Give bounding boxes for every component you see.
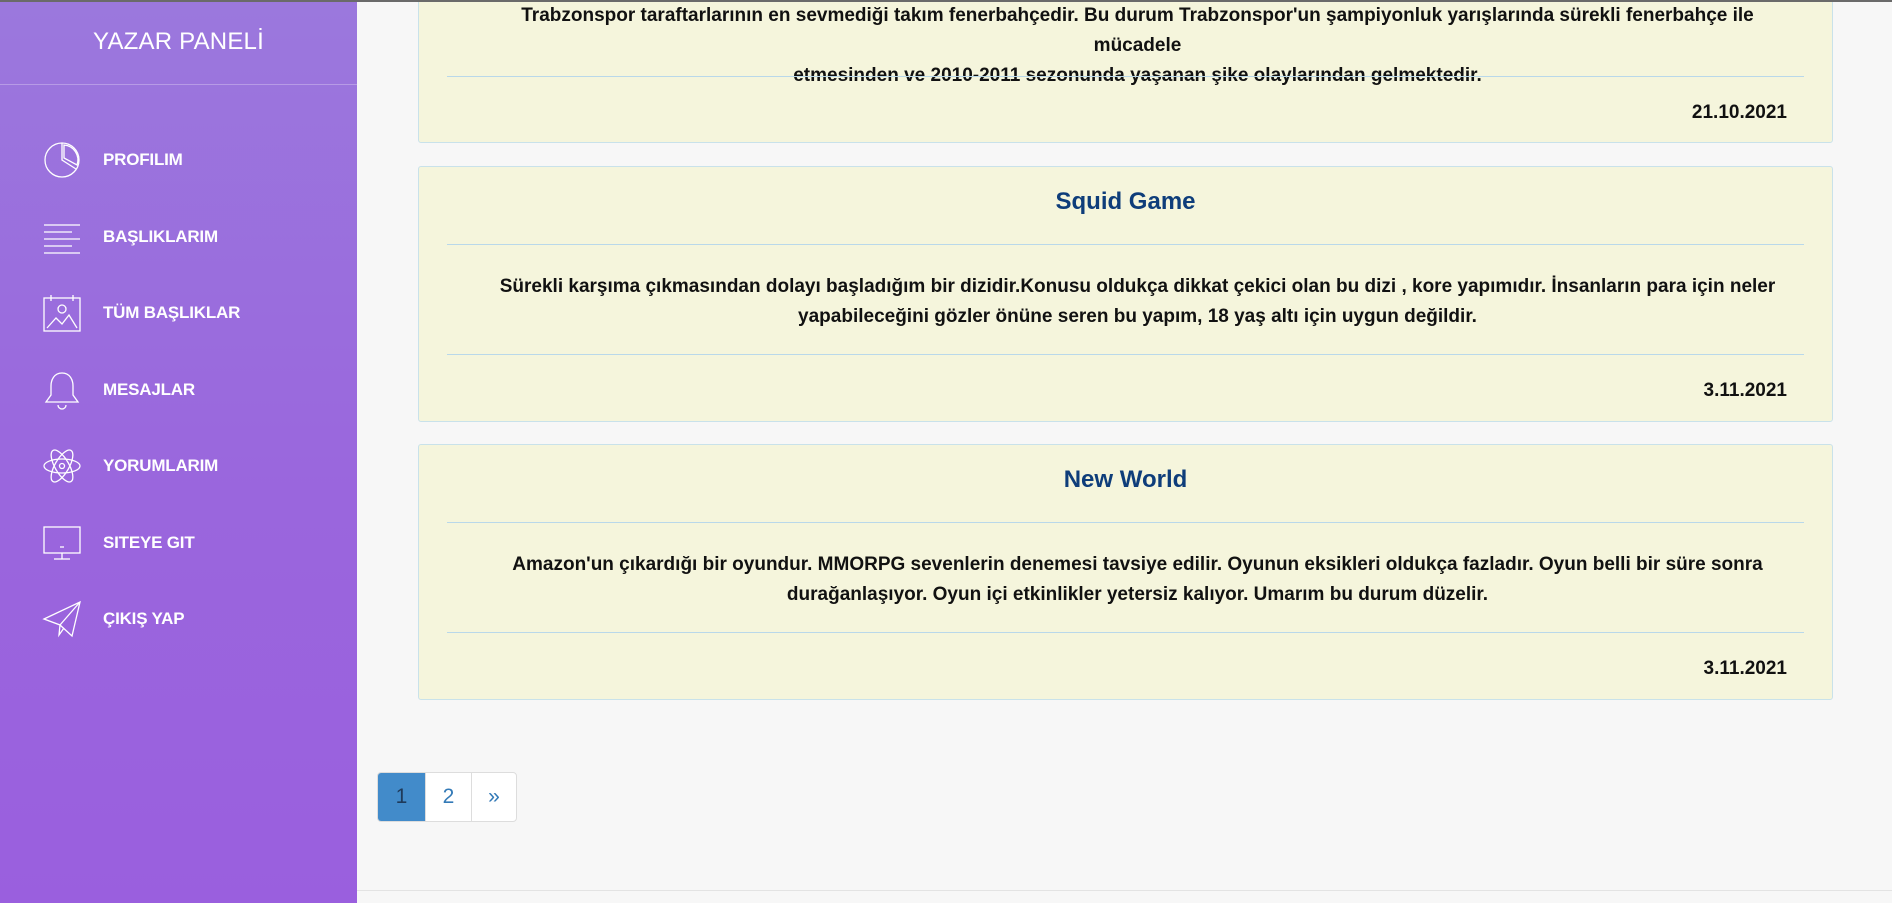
post-title[interactable]: New World <box>419 466 1832 494</box>
post-text: Amazon'un çıkardığı bir oyundur. MMORPG … <box>479 550 1796 610</box>
sidebar-item-label: BAŞLIKLARIM <box>103 226 218 246</box>
sidebar-item-label: MESAJLAR <box>103 379 195 399</box>
window-top-border <box>0 0 1892 2</box>
sidebar-item-profilim[interactable]: PROFILIM <box>0 122 357 199</box>
post-text-line: Sürekli karşıma çıkmasından dolayı başla… <box>499 276 1776 297</box>
sidebar-item-tum-basliklar[interactable]: TÜM BAŞLIKLAR <box>0 275 357 352</box>
sidebar-item-yorumlarim[interactable]: YORUMLARIM <box>0 428 357 505</box>
post-text: Trabzonspor taraftarlarının en sevmediği… <box>479 1 1796 91</box>
monitor-icon <box>42 523 82 563</box>
sidebar-item-label: YORUMLARIM <box>103 456 219 476</box>
post-text-line: durağanlaşıyor. Oyun içi etkinlikler yet… <box>786 584 1489 605</box>
sidebar-item-label: TÜM BAŞLIKLAR <box>103 303 241 323</box>
image-calendar-icon <box>42 293 82 333</box>
sidebar-brand: YAZAR PANELİ <box>0 0 357 85</box>
post-divider <box>447 76 1804 77</box>
post-card: Trabzonspor taraftarlarının en sevmediği… <box>418 0 1833 143</box>
footer-divider <box>357 890 1892 891</box>
post-divider <box>447 244 1804 245</box>
sidebar-item-label: PROFILIM <box>103 150 183 170</box>
pie-chart-icon <box>42 140 82 180</box>
sidebar-nav: PROFILIM BAŞLIKLARIM TÜM BAŞLIKLAR MESAJ… <box>0 122 357 658</box>
page-1-link[interactable]: 1 <box>378 773 425 821</box>
sidebar-item-label: SITEYE GIT <box>103 532 195 552</box>
post-text-line: Trabzonspor taraftarlarının en sevmediği… <box>521 5 1754 56</box>
main-content: Trabzonspor taraftarlarının en sevmediği… <box>357 0 1892 903</box>
sidebar: YAZAR PANELİ PROFILIM BAŞLIKLARIM TÜM BA… <box>0 0 357 903</box>
bell-icon <box>42 370 82 410</box>
post-card: Squid Game Sürekli karşıma çıkmasından d… <box>418 166 1833 422</box>
sidebar-item-mesajlar[interactable]: MESAJLAR <box>0 352 357 429</box>
text-lines-icon <box>42 217 82 257</box>
post-date: 3.11.2021 <box>1703 658 1787 679</box>
post-text: Sürekli karşıma çıkmasından dolayı başla… <box>479 272 1796 332</box>
post-text-line: Amazon'un çıkardığı bir oyundur. MMORPG … <box>512 554 1763 575</box>
page: YAZAR PANELİ PROFILIM BAŞLIKLARIM TÜM BA… <box>0 0 1892 903</box>
post-date: 21.10.2021 <box>1691 102 1787 123</box>
atom-icon <box>42 446 82 486</box>
post-title[interactable]: Squid Game <box>419 188 1832 216</box>
post-text-line: yapabileceğini gözler önüne seren bu yap… <box>798 306 1477 327</box>
post-date: 3.11.2021 <box>1703 380 1787 401</box>
sidebar-item-label: ÇIKIŞ YAP <box>103 609 185 629</box>
post-card: New World Amazon'un çıkardığı bir oyundu… <box>418 444 1833 700</box>
sidebar-item-basliklarim[interactable]: BAŞLIKLARIM <box>0 199 357 276</box>
post-divider <box>447 522 1804 523</box>
paper-plane-icon <box>42 599 82 639</box>
sidebar-item-siteye-git[interactable]: SITEYE GIT <box>0 505 357 582</box>
pagination: 1 2 » <box>377 772 517 822</box>
post-divider <box>447 632 1804 633</box>
sidebar-item-cikis-yap[interactable]: ÇIKIŞ YAP <box>0 581 357 658</box>
page-2-link[interactable]: 2 <box>425 773 471 821</box>
post-divider <box>447 354 1804 355</box>
next-page-link[interactable]: » <box>471 773 516 821</box>
